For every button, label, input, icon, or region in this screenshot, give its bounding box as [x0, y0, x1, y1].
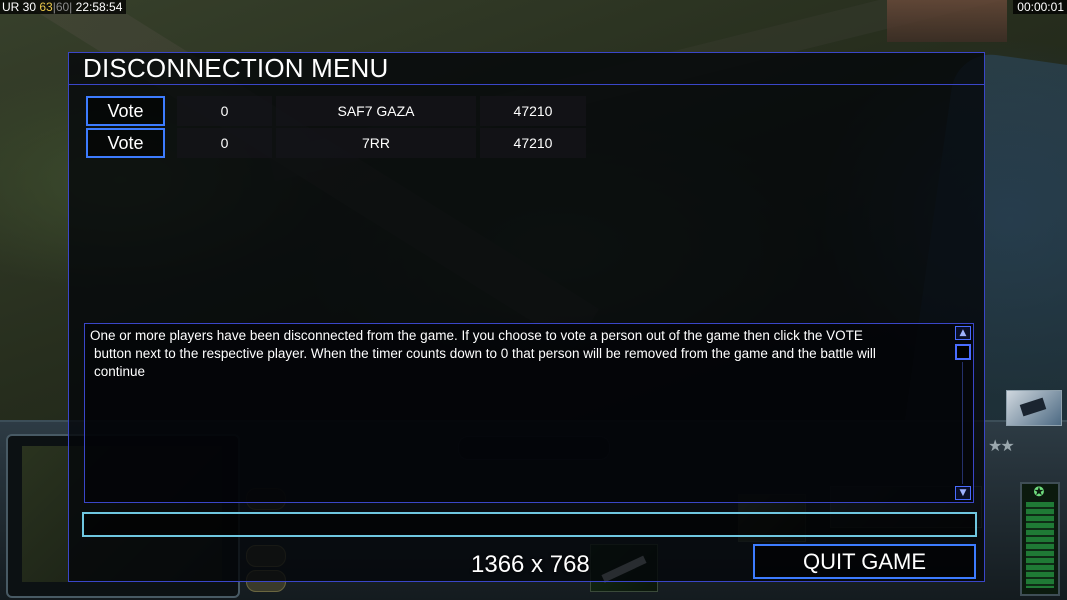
- title-divider: [69, 84, 984, 85]
- disconnect-message: One or more players have been disconnect…: [90, 327, 950, 381]
- message-line: button next to the respective player. Wh…: [94, 346, 876, 361]
- chat-input[interactable]: [82, 512, 977, 537]
- rank-star-icon: ★★: [988, 436, 1015, 455]
- player-name: 7RR: [276, 128, 476, 158]
- message-line: continue: [94, 364, 146, 379]
- disconnection-dialog: DISCONNECTION MENU Vote 0 SAF7 GAZA 4721…: [68, 52, 985, 582]
- message-line: One or more players have been disconnect…: [90, 328, 863, 343]
- scrollbar-track[interactable]: [962, 362, 963, 484]
- scroll-up-icon[interactable]: ▲: [955, 326, 971, 340]
- fps-overlay: UR 30 63|60| 22:58:54: [0, 0, 127, 14]
- unit-portrait[interactable]: [1006, 390, 1062, 426]
- scroll-down-icon[interactable]: ▼: [955, 486, 971, 500]
- power-meter: ✪: [1020, 482, 1060, 596]
- message-scrollbar[interactable]: ▲ ▼: [953, 324, 973, 502]
- terrain-building: [887, 0, 1007, 42]
- dialog-title: DISCONNECTION MENU: [83, 53, 389, 83]
- scrollbar-thumb[interactable]: [955, 344, 971, 360]
- general-star-icon: ✪: [1033, 485, 1045, 500]
- power-bar: [1026, 502, 1054, 588]
- overlay-fps-limit: |60|: [52, 0, 73, 14]
- resolution-overlay: 1366 x 768: [471, 551, 590, 578]
- overlay-prefix: UR 30: [2, 0, 37, 14]
- game-timer: 00:00:01: [1013, 0, 1067, 14]
- player-ping: 47210: [480, 96, 586, 126]
- overlay-clock: 22:58:54: [75, 0, 123, 14]
- overlay-fps-value: 63: [39, 0, 53, 14]
- vote-button[interactable]: Vote: [86, 128, 165, 158]
- player-vote-count: 0: [177, 96, 272, 126]
- player-vote-count: 0: [177, 128, 272, 158]
- message-box: One or more players have been disconnect…: [84, 323, 974, 503]
- vote-button[interactable]: Vote: [86, 96, 165, 126]
- player-ping: 47210: [480, 128, 586, 158]
- quit-game-button[interactable]: QUIT GAME: [753, 544, 976, 579]
- player-name: SAF7 GAZA: [276, 96, 476, 126]
